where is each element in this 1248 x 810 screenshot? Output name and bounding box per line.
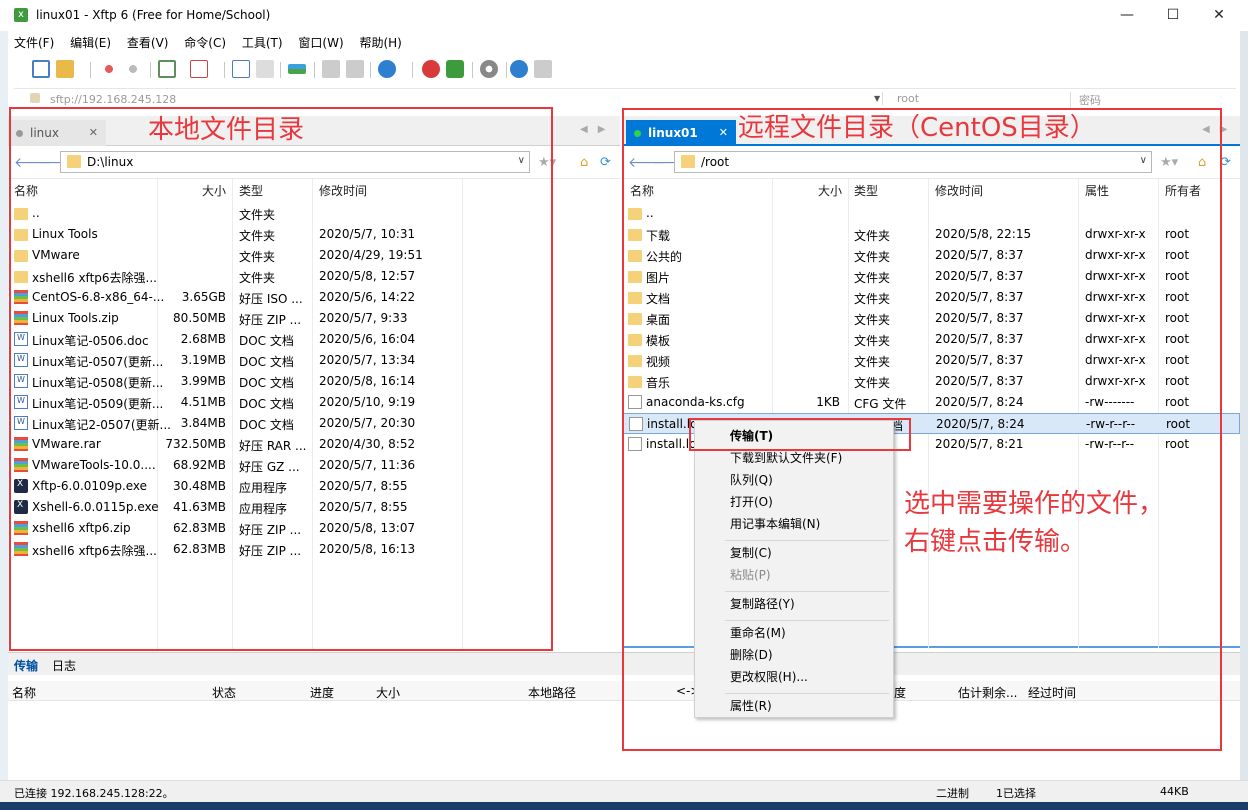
selection-size: 44KB [1160, 785, 1189, 798]
disconnect-icon[interactable] [100, 60, 118, 78]
menu-view[interactable]: 查看(V) [127, 34, 169, 51]
open-folder-icon[interactable] [56, 60, 74, 78]
menu-file[interactable]: 文件(F) [14, 34, 54, 51]
transfer-left-icon[interactable] [232, 60, 250, 78]
swap-icon[interactable] [288, 64, 306, 74]
transfer-col-progress[interactable]: 进度 [310, 684, 334, 701]
menu-tools[interactable]: 工具(T) [242, 34, 283, 51]
menu-command[interactable]: 命令(C) [184, 34, 226, 51]
menu-bar: 文件(F) 编辑(E) 查看(V) 命令(C) 工具(T) 窗口(W) 帮助(H… [14, 34, 414, 54]
local-annotation-label: 本地文件目录 [148, 115, 305, 145]
selection-count: 1已选择 [996, 787, 1036, 800]
menu-separator [725, 591, 889, 592]
menu-help[interactable]: 帮助(H) [359, 34, 401, 51]
transfer-col-name[interactable]: 名称 [12, 684, 36, 701]
close-button[interactable]: ✕ [1196, 0, 1242, 31]
desktop-edge-left [0, 30, 8, 790]
menu-window[interactable]: 窗口(W) [298, 34, 343, 51]
lock-icon [30, 93, 40, 103]
globe-icon[interactable] [378, 60, 396, 78]
context-menu-item[interactable]: 用记事本编辑(N) [730, 515, 820, 532]
terminal-icon[interactable] [190, 60, 208, 78]
context-menu-item[interactable]: 重命名(M) [730, 624, 786, 641]
refresh-icon[interactable]: ⟳ [600, 155, 611, 170]
context-menu-item[interactable]: 队列(Q) [730, 471, 773, 488]
xftp-icon[interactable] [446, 60, 464, 78]
password-field[interactable]: 密码 [1070, 92, 1230, 108]
minimize-button[interactable]: — [1104, 0, 1150, 31]
xftp-window: x linux01 - Xftp 6 (Free for Home/School… [0, 0, 1248, 810]
windows-taskbar [0, 802, 1248, 810]
local-annotation-box [9, 107, 553, 651]
context-menu-item[interactable]: 下载到默认文件夹(F) [730, 449, 842, 466]
host-address-input[interactable]: sftp://192.168.245.128 [50, 93, 176, 106]
maximize-button[interactable]: ☐ [1150, 0, 1196, 31]
context-menu-item[interactable]: 更改权限(H)... [730, 668, 808, 685]
context-menu-item: 粘贴(P) [730, 568, 771, 582]
context-menu: 传输(T) 下载到默认文件夹(F) 队列(Q) 打开(O) 用记事本编辑(N) 复制(C)… [694, 420, 894, 718]
hint-annotation-line2: 右键点击传输。 [904, 527, 1087, 557]
paste-icon[interactable] [346, 60, 364, 78]
title-bar: x linux01 - Xftp 6 (Free for Home/School… [0, 0, 1248, 31]
help-icon[interactable] [510, 60, 528, 78]
context-menu-item[interactable]: 复制(C) [730, 544, 772, 561]
context-menu-item[interactable]: 复制路径(Y) [730, 595, 795, 612]
tab-transfer[interactable]: 传输 [14, 657, 38, 674]
address-bar: sftp://192.168.245.128 ▼ root 密码 [14, 88, 1236, 108]
xshell-icon[interactable] [422, 60, 440, 78]
home-icon[interactable]: ⌂ [580, 155, 588, 170]
transfer-right-icon[interactable] [256, 60, 274, 78]
copy-icon[interactable] [322, 60, 340, 78]
hint-annotation-line1: 选中需要操作的文件， [904, 489, 1165, 519]
tab-scroll-arrows-icon[interactable]: ◀▶ [580, 124, 615, 135]
transfer-highlight-box [689, 418, 911, 451]
desktop-edge-right [1240, 0, 1248, 810]
new-session-icon[interactable] [32, 60, 50, 78]
connection-status: 已连接 192.168.245.128:22。 [14, 787, 174, 800]
reconnect-icon[interactable] [124, 60, 142, 78]
context-menu-item[interactable]: 删除(D) [730, 646, 773, 663]
transfer-col-status[interactable]: 状态 [212, 684, 236, 701]
status-bar: 已连接 192.168.245.128:22。 二进制 1已选择 44KB [0, 780, 1248, 802]
username-field[interactable]: root [882, 92, 1064, 105]
transfer-mode: 二进制 [936, 787, 969, 800]
gear-icon[interactable] [480, 60, 498, 78]
context-menu-item[interactable]: 属性(R) [730, 697, 772, 714]
chevron-down-icon[interactable]: ▼ [874, 94, 880, 103]
chat-icon[interactable] [534, 60, 552, 78]
window-title: linux01 - Xftp 6 (Free for Home/School) [36, 8, 271, 22]
toolbar [28, 60, 1228, 84]
menu-edit[interactable]: 编辑(E) [70, 34, 111, 51]
sync-icon[interactable] [158, 60, 176, 78]
remote-annotation-label: 远程文件目录（CentOS目录） [738, 113, 1096, 143]
menu-separator [725, 693, 889, 694]
tab-log[interactable]: 日志 [52, 657, 76, 674]
transfer-col-size[interactable]: 大小 [376, 684, 400, 701]
xftp-app-icon: x [14, 8, 28, 22]
context-menu-item[interactable]: 打开(O) [730, 493, 773, 510]
menu-separator [725, 620, 889, 621]
menu-separator [725, 540, 889, 541]
transfer-col-local-path[interactable]: 本地路径 [528, 684, 576, 701]
